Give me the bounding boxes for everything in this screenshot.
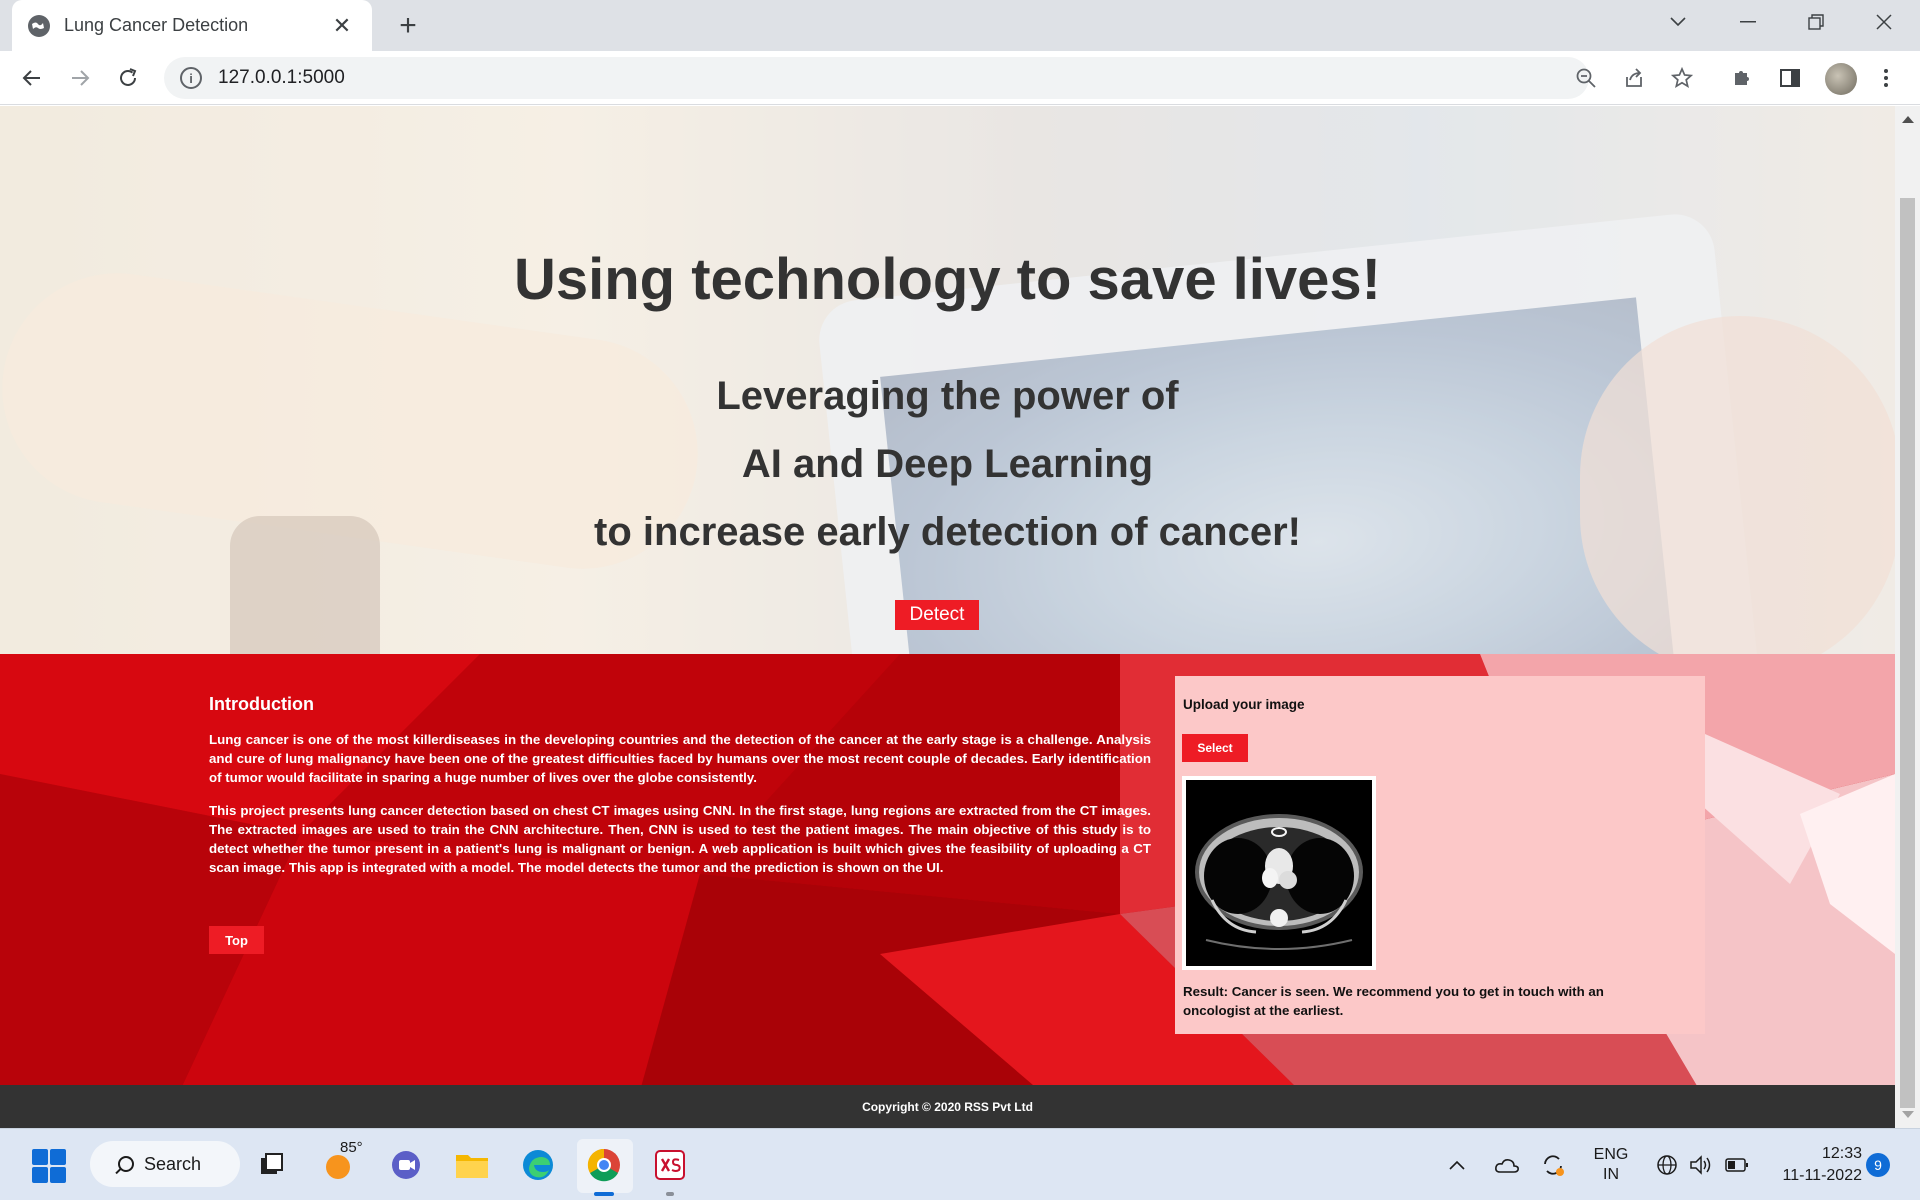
app-xs-icon[interactable]	[650, 1145, 690, 1185]
app-running-indicator	[666, 1192, 674, 1196]
tab-strip: Lung Cancer Detection ✕ +	[0, 0, 1920, 51]
browser-toolbar: i 127.0.0.1:5000	[0, 51, 1920, 105]
restore-icon[interactable]	[1782, 0, 1850, 44]
introduction-title: Introduction	[209, 694, 314, 714]
clock-date: 11-11-2022	[1782, 1167, 1862, 1184]
chrome-browser-icon[interactable]	[584, 1145, 624, 1185]
uploaded-ct-scan-image	[1182, 776, 1376, 970]
teams-chat-icon[interactable]	[386, 1145, 426, 1185]
network-globe-icon[interactable]	[1652, 1129, 1682, 1200]
task-view-icon[interactable]	[252, 1145, 292, 1185]
scroll-up-icon[interactable]	[1902, 116, 1914, 123]
battery-icon[interactable]	[1722, 1129, 1752, 1200]
zoom-icon[interactable]	[1568, 60, 1604, 96]
sync-icon[interactable]	[1536, 1129, 1570, 1200]
hero-subheading-line3: to increase early detection of cancer!	[594, 510, 1301, 554]
site-info-icon[interactable]: i	[180, 67, 202, 89]
side-panel-icon[interactable]	[1772, 60, 1808, 96]
share-icon[interactable]	[1616, 60, 1652, 96]
url-text: 127.0.0.1:5000	[218, 67, 345, 88]
minimize-icon[interactable]	[1714, 0, 1782, 44]
hero-heading: Using technology to save lives!	[514, 247, 1381, 312]
page-viewport: Using technology to save lives! Leveragi…	[0, 106, 1895, 1128]
taskbar-search-label: Search	[144, 1153, 202, 1174]
search-icon	[118, 1156, 134, 1172]
copyright-text: Copyright © 2020 RSS Pvt Ltd	[862, 1099, 1033, 1114]
profile-avatar[interactable]	[1825, 63, 1857, 95]
taskbar-search-box[interactable]: Search	[90, 1141, 240, 1187]
volume-icon[interactable]	[1686, 1129, 1716, 1200]
close-window-icon[interactable]	[1850, 0, 1918, 44]
hero-subheading-line2: AI and Deep Learning	[741, 442, 1154, 486]
page-footer: Copyright © 2020 RSS Pvt Ltd	[0, 1085, 1895, 1128]
system-clock[interactable]: 12:33 11-11-2022	[1782, 1143, 1862, 1187]
upload-panel: Upload your image Select Result: Cancer …	[1175, 676, 1705, 1034]
edge-browser-icon[interactable]	[518, 1145, 558, 1185]
reload-icon[interactable]	[110, 60, 146, 96]
taskbar: Search 85° ENG IN 12:33 11-11-2022 9	[0, 1128, 1920, 1200]
introduction-block: Introduction Lung cancer is one of the m…	[209, 694, 1151, 891]
close-tab-icon[interactable]: ✕	[328, 13, 356, 39]
menu-kebab-icon[interactable]	[1868, 60, 1904, 96]
extensions-icon[interactable]	[1724, 60, 1760, 96]
weather-temperature: 85°	[340, 1139, 363, 1156]
new-tab-button[interactable]: +	[390, 8, 426, 44]
region-code: IN	[1603, 1166, 1619, 1183]
globe-icon	[28, 14, 50, 37]
prediction-result: Result: Cancer is seen. We recommend you…	[1183, 984, 1604, 1018]
browser-tab[interactable]: Lung Cancer Detection ✕	[12, 0, 372, 51]
introduction-paragraph-1: Lung cancer is one of the most killerdis…	[209, 732, 1151, 785]
onedrive-cloud-icon[interactable]	[1490, 1129, 1524, 1200]
scrollbar-thumb[interactable]	[1900, 198, 1915, 1108]
hero-subheading-line1: Leveraging the power of	[716, 374, 1179, 418]
introduction-paragraph-2: This project presents lung cancer detect…	[209, 803, 1151, 875]
windows-start-icon[interactable]	[32, 1149, 66, 1183]
upload-label: Upload your image	[1183, 697, 1305, 712]
back-icon[interactable]	[14, 60, 50, 96]
intro-section: Introduction Lung cancer is one of the m…	[0, 654, 1895, 1091]
chrome-running-indicator	[594, 1192, 614, 1196]
bookmark-star-icon[interactable]	[1664, 60, 1700, 96]
weather-widget-icon[interactable]: 85°	[320, 1139, 363, 1185]
language-code: ENG	[1593, 1146, 1629, 1163]
forward-icon[interactable]	[62, 60, 98, 96]
select-image-button[interactable]: Select	[1182, 734, 1248, 762]
tab-title: Lung Cancer Detection	[64, 15, 249, 35]
page-scrollbar[interactable]	[1895, 106, 1920, 1128]
input-language-indicator[interactable]: ENG IN	[1584, 1129, 1638, 1200]
tab-search-icon[interactable]	[1644, 0, 1712, 44]
file-explorer-icon[interactable]	[452, 1145, 492, 1185]
hero-section: Using technology to save lives! Leveragi…	[0, 106, 1895, 654]
detect-button[interactable]: Detect	[895, 600, 979, 630]
scroll-down-icon[interactable]	[1902, 1111, 1914, 1118]
clock-time: 12:33	[1821, 1145, 1862, 1162]
show-hidden-icons-icon[interactable]	[1442, 1129, 1472, 1200]
top-button[interactable]: Top	[209, 926, 264, 954]
address-bar[interactable]: i 127.0.0.1:5000	[164, 57, 1589, 99]
notification-badge[interactable]: 9	[1866, 1153, 1890, 1177]
